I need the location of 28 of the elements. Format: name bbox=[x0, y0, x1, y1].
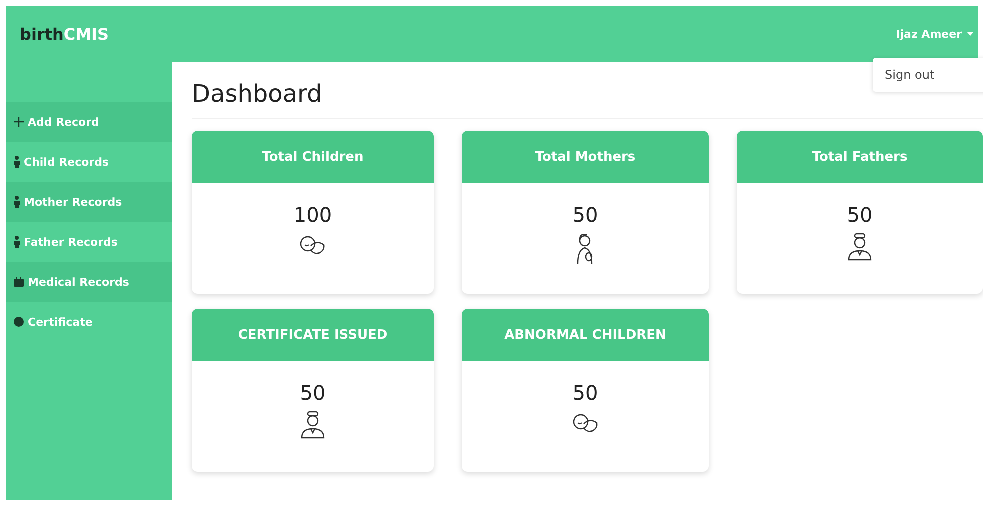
caret-icon bbox=[967, 32, 974, 36]
man-icon bbox=[300, 411, 326, 439]
person-icon bbox=[14, 156, 20, 168]
briefcase-icon bbox=[14, 277, 24, 287]
sidebar-item[interactable]: Father Records bbox=[6, 222, 172, 262]
card-title: Total Fathers bbox=[737, 131, 983, 183]
card-title: Total Children bbox=[192, 131, 434, 183]
person-icon bbox=[14, 196, 20, 208]
card-title: Total Mothers bbox=[462, 131, 709, 183]
page-title: Dashboard bbox=[192, 80, 983, 119]
card-value: 50 bbox=[300, 381, 326, 405]
plus-icon bbox=[14, 117, 24, 127]
card-title: ABNORMAL CHILDREN bbox=[462, 309, 709, 361]
user-menu-button[interactable]: Ijaz Ameer bbox=[890, 26, 980, 42]
card-value: 50 bbox=[847, 203, 873, 227]
man-icon bbox=[847, 233, 873, 261]
card-value: 50 bbox=[572, 203, 598, 227]
card-value: 100 bbox=[294, 203, 332, 227]
card-value: 50 bbox=[572, 381, 598, 405]
sidebar-item[interactable]: Medical Records bbox=[6, 262, 172, 302]
circle-icon bbox=[14, 317, 24, 327]
sidebar-item[interactable]: Mother Records bbox=[6, 182, 172, 222]
sidebar-item[interactable]: Child Records bbox=[6, 142, 172, 182]
sidebar-item[interactable]: Certificate bbox=[6, 302, 172, 342]
brand-logo[interactable]: birthCMIS bbox=[6, 6, 172, 62]
sidebar-item[interactable]: Add Record bbox=[6, 102, 172, 142]
person-icon bbox=[14, 236, 20, 248]
card-title: CERTIFICATE ISSUED bbox=[192, 309, 434, 361]
